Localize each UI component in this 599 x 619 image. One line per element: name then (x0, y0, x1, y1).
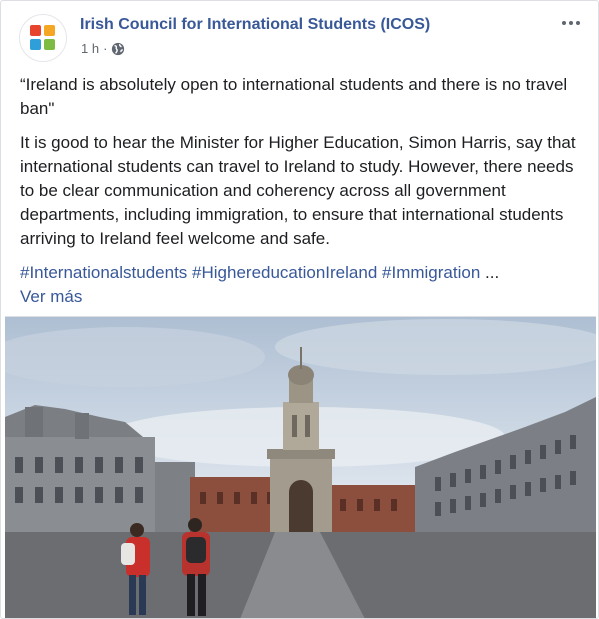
logo-square-green (44, 39, 55, 50)
post-meta: 1 h · (81, 41, 125, 56)
post-photo[interactable] (5, 316, 596, 618)
more-options-icon[interactable] (558, 13, 584, 33)
hashtags: #Internationalstudents #HighereducationI… (20, 261, 586, 285)
hashtag-highereducationireland[interactable]: #HighereducationIreland (192, 263, 377, 282)
facebook-post: Irish Council for International Students… (0, 0, 599, 619)
post-header: Irish Council for International Students… (19, 13, 584, 62)
hashtag-immigration[interactable]: #Immigration (382, 263, 480, 282)
ellipsis: ... (485, 263, 500, 282)
post-quote: “Ireland is absolutely open to internati… (20, 75, 568, 118)
see-more-link[interactable]: Ver más (20, 285, 586, 309)
logo-square-orange (44, 25, 55, 36)
page-avatar[interactable] (19, 14, 67, 62)
meta-separator: · (103, 41, 108, 56)
hashtag-internationalstudents[interactable]: #Internationalstudents (20, 263, 187, 282)
post-text: “Ireland is absolutely open to internati… (20, 73, 586, 309)
post-paragraph: It is good to hear the Minister for High… (20, 133, 576, 248)
logo-square-red (30, 25, 41, 36)
page-name-link[interactable]: Irish Council for International Students… (80, 16, 430, 34)
campus-photo (5, 317, 596, 618)
logo-square-blue (30, 39, 41, 50)
post-timestamp[interactable]: 1 h (81, 41, 99, 56)
globe-icon (112, 42, 125, 55)
